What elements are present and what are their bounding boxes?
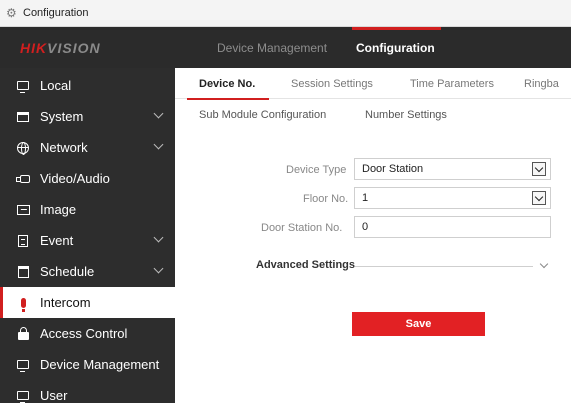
sidebar-item-user[interactable]: User — [0, 380, 175, 403]
tab-bar: Device No. Session Settings Time Paramet… — [175, 68, 571, 100]
subtab-number-settings[interactable]: Number Settings — [365, 109, 447, 121]
chevron-down-icon — [153, 108, 164, 119]
sidebar-item-label: Event — [40, 233, 74, 248]
monitor-icon — [16, 79, 30, 93]
sidebar-item-label: Device Management — [40, 357, 160, 372]
gear-icon: ⚙ — [6, 6, 17, 20]
sidebar-item-label: Intercom — [40, 295, 91, 310]
chevron-down-icon[interactable] — [532, 162, 546, 176]
sidebar-item-label: Image — [40, 202, 77, 217]
sidebar-item-access-control[interactable]: Access Control — [0, 318, 175, 349]
window-title: Configuration — [23, 7, 89, 19]
chevron-down-icon[interactable] — [539, 259, 549, 269]
subtab-bar: Sub Module Configuration Number Settings — [175, 99, 571, 133]
door-station-no-input[interactable]: 0 — [354, 216, 551, 238]
device-type-value: Door Station — [362, 163, 424, 175]
sidebar-item-image[interactable]: Image — [0, 194, 175, 225]
door-station-no-label: Door Station No. — [261, 222, 343, 234]
sidebar-item-local[interactable]: Local — [0, 70, 175, 101]
window-titlebar: ⚙ Configuration — [0, 0, 571, 27]
device-type-label: Device Type — [286, 164, 347, 176]
floor-no-select[interactable]: 1 — [354, 187, 551, 209]
sidebar-item-device-management[interactable]: Device Management — [0, 349, 175, 380]
sidebar-item-label: Video/Audio — [40, 171, 110, 186]
sidebar-item-label: User — [40, 388, 68, 403]
sidebar-item-system[interactable]: System — [0, 101, 175, 132]
save-button[interactable]: Save — [352, 312, 485, 336]
chevron-down-icon — [153, 232, 164, 243]
device-type-select[interactable]: Door Station — [354, 158, 551, 180]
subtab-sub-module-configuration[interactable]: Sub Module Configuration — [199, 109, 326, 121]
globe-icon — [16, 141, 30, 155]
camera-icon — [16, 172, 30, 186]
sidebar-item-label: Local — [40, 78, 72, 93]
tab-session-settings[interactable]: Session Settings — [291, 68, 373, 99]
sidebar-item-label: Schedule — [40, 264, 95, 279]
nav-configuration[interactable]: Configuration — [352, 27, 441, 68]
monitor-icon — [16, 389, 30, 403]
sidebar-item-intercom[interactable]: Intercom — [0, 287, 175, 318]
monitor-icon — [16, 358, 30, 372]
tab-time-parameters[interactable]: Time Parameters — [410, 68, 494, 99]
sidebar-item-label: System — [40, 109, 84, 124]
lock-icon — [16, 326, 30, 341]
chevron-down-icon[interactable] — [532, 191, 546, 205]
chevron-down-icon — [153, 263, 164, 274]
microphone-icon — [16, 296, 30, 312]
sidebar-item-schedule[interactable]: Schedule — [0, 256, 175, 287]
top-header: HIKVISION Device Management Configuratio… — [0, 27, 571, 68]
sidebar-item-video-audio[interactable]: Video/Audio — [0, 163, 175, 194]
logo: HIKVISION — [20, 40, 101, 56]
nav-active-indicator — [352, 27, 441, 30]
sidebar-item-network[interactable]: Network — [0, 132, 175, 163]
window-icon — [16, 110, 30, 124]
sidebar-item-label: Access Control — [40, 326, 128, 341]
sidebar-item-event[interactable]: Event — [0, 225, 175, 256]
divider — [355, 266, 533, 267]
tab-device-no[interactable]: Device No. — [187, 68, 270, 100]
tab-ringback[interactable]: Ringba — [524, 68, 559, 99]
floor-no-label: Floor No. — [303, 193, 349, 205]
calendar-icon — [16, 265, 30, 279]
door-station-no-value: 0 — [362, 221, 369, 233]
document-icon — [16, 234, 30, 248]
image-icon — [16, 203, 30, 217]
advanced-settings-toggle[interactable]: Advanced Settings — [256, 259, 355, 271]
chevron-down-icon — [153, 139, 164, 150]
sidebar-item-label: Network — [40, 140, 88, 155]
nav-device-management[interactable]: Device Management — [217, 27, 327, 68]
sidebar: Local System Network Video/Audio Image E… — [0, 68, 175, 403]
floor-no-value: 1 — [362, 192, 369, 204]
